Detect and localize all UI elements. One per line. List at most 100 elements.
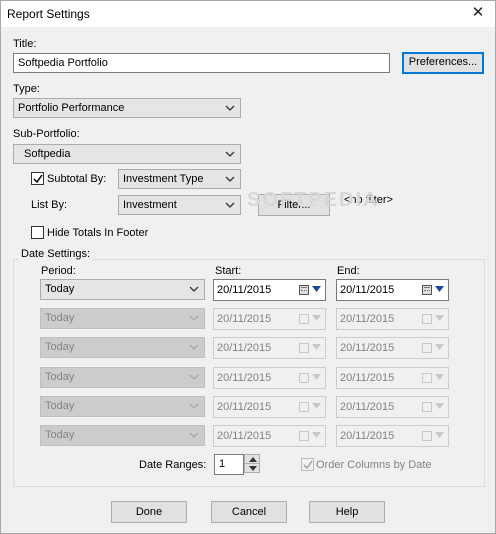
period-value: Today — [45, 371, 75, 383]
spin-down-icon[interactable] — [244, 463, 260, 473]
period-value: Today — [45, 341, 75, 353]
calendar-icon[interactable] — [299, 402, 309, 412]
calendar-icon[interactable] — [422, 314, 432, 324]
chevron-down-icon[interactable] — [312, 432, 321, 438]
period-value: Today — [45, 429, 75, 441]
report-settings-dialog: Report Settings ✕ Title: Softpedia Portf… — [0, 0, 496, 534]
close-icon[interactable]: ✕ — [467, 3, 489, 23]
filter-button[interactable]: Filter... — [258, 194, 330, 216]
end-date-picker[interactable]: 20/11/2015 — [336, 337, 449, 359]
start-date-picker[interactable]: 20/11/2015 — [213, 367, 326, 389]
start-date-picker[interactable]: 20/11/2015 — [213, 308, 326, 330]
chevron-down-icon[interactable] — [435, 315, 444, 321]
listby-value: Investment — [123, 199, 177, 211]
end-date-picker[interactable]: 20/11/2015 — [336, 396, 449, 418]
start-date-picker[interactable]: 20/11/2015 — [213, 337, 326, 359]
start-date-picker[interactable]: 20/11/2015 — [213, 279, 326, 301]
type-dropdown[interactable]: Portfolio Performance — [13, 98, 241, 118]
start-date-picker[interactable]: 20/11/2015 — [213, 425, 326, 447]
period-dropdown[interactable]: Today — [40, 308, 205, 329]
start-date-picker[interactable]: 20/11/2015 — [213, 396, 326, 418]
end-date-value: 20/11/2015 — [340, 430, 395, 442]
calendar-icon[interactable] — [299, 314, 309, 324]
chevron-down-icon — [189, 374, 199, 380]
type-label: Type: — [13, 83, 40, 95]
title-input[interactable]: Softpedia Portfolio — [13, 53, 390, 73]
chevron-down-icon — [189, 344, 199, 350]
calendar-icon[interactable] — [299, 431, 309, 441]
period-value: Today — [45, 400, 75, 412]
chevron-down-icon[interactable] — [312, 344, 321, 350]
end-date-value: 20/11/2015 — [340, 342, 395, 354]
period-dropdown[interactable]: Today — [40, 337, 205, 358]
subtotal-label: Subtotal By: — [47, 173, 107, 185]
order-columns-label: Order Columns by Date — [316, 459, 432, 471]
preferences-button[interactable]: Preferences... — [402, 52, 484, 74]
end-date-picker[interactable]: 20/11/2015 — [336, 308, 449, 330]
listby-dropdown[interactable]: Investment — [118, 195, 241, 215]
start-date-value: 20/11/2015 — [217, 313, 272, 325]
subtotal-checkbox[interactable] — [31, 172, 44, 185]
date-settings-label: Date Settings: — [19, 248, 93, 260]
start-date-value: 20/11/2015 — [217, 372, 272, 384]
help-button[interactable]: Help — [309, 501, 385, 523]
end-date-picker[interactable]: 20/11/2015 — [336, 367, 449, 389]
chevron-down-icon — [189, 286, 199, 292]
start-header: Start: — [215, 265, 242, 277]
calendar-icon[interactable] — [422, 431, 432, 441]
start-date-value: 20/11/2015 — [217, 342, 272, 354]
chevron-down-icon[interactable] — [435, 286, 444, 292]
chevron-down-icon — [225, 202, 235, 208]
end-date-picker[interactable]: 20/11/2015 — [336, 279, 449, 301]
calendar-icon[interactable] — [422, 343, 432, 353]
date-ranges-input[interactable]: 1 — [214, 454, 244, 475]
chevron-down-icon[interactable] — [312, 286, 321, 292]
start-date-value: 20/11/2015 — [217, 430, 272, 442]
order-columns-checkbox[interactable] — [301, 458, 314, 471]
chevron-down-icon[interactable] — [435, 344, 444, 350]
subportfolio-value: Softpedia — [24, 148, 71, 160]
subtotal-dropdown[interactable]: Investment Type — [118, 169, 241, 189]
chevron-down-icon — [225, 176, 235, 182]
chevron-down-icon[interactable] — [435, 403, 444, 409]
period-dropdown[interactable]: Today — [40, 396, 205, 417]
chevron-down-icon — [189, 432, 199, 438]
end-date-picker[interactable]: 20/11/2015 — [336, 425, 449, 447]
chevron-down-icon — [225, 105, 235, 111]
chevron-down-icon[interactable] — [312, 315, 321, 321]
calendar-icon[interactable] — [299, 373, 309, 383]
end-date-value: 20/11/2015 — [340, 284, 395, 296]
chevron-down-icon — [189, 315, 199, 321]
period-value: Today — [45, 283, 75, 295]
end-date-value: 20/11/2015 — [340, 372, 395, 384]
end-date-value: 20/11/2015 — [340, 401, 395, 413]
chevron-down-icon — [225, 151, 235, 157]
subportfolio-dropdown[interactable]: Softpedia — [13, 144, 241, 164]
date-ranges-spinner[interactable] — [244, 454, 260, 473]
subportfolio-label: Sub-Portfolio: — [13, 128, 80, 140]
done-button[interactable]: Done — [111, 501, 187, 523]
window-title: Report Settings — [7, 7, 90, 21]
period-dropdown[interactable]: Today — [40, 367, 205, 388]
start-date-value: 20/11/2015 — [217, 401, 272, 413]
title-label: Title: — [13, 38, 37, 50]
calendar-icon[interactable] — [299, 285, 309, 295]
calendar-icon[interactable] — [422, 402, 432, 412]
calendar-icon[interactable] — [422, 373, 432, 383]
chevron-down-icon[interactable] — [312, 374, 321, 380]
hide-totals-checkbox[interactable] — [31, 226, 44, 239]
calendar-icon[interactable] — [422, 285, 432, 295]
calendar-icon[interactable] — [299, 343, 309, 353]
period-header: Period: — [41, 265, 76, 277]
date-ranges-label: Date Ranges: — [139, 459, 207, 471]
period-value: Today — [45, 312, 75, 324]
period-dropdown[interactable]: Today — [40, 425, 205, 446]
end-header: End: — [337, 265, 360, 277]
type-value: Portfolio Performance — [18, 102, 125, 114]
chevron-down-icon[interactable] — [312, 403, 321, 409]
chevron-down-icon[interactable] — [435, 432, 444, 438]
cancel-button[interactable]: Cancel — [211, 501, 287, 523]
chevron-down-icon[interactable] — [435, 374, 444, 380]
period-dropdown[interactable]: Today — [40, 279, 205, 300]
title-bar[interactable]: Report Settings ✕ — [1, 1, 495, 27]
